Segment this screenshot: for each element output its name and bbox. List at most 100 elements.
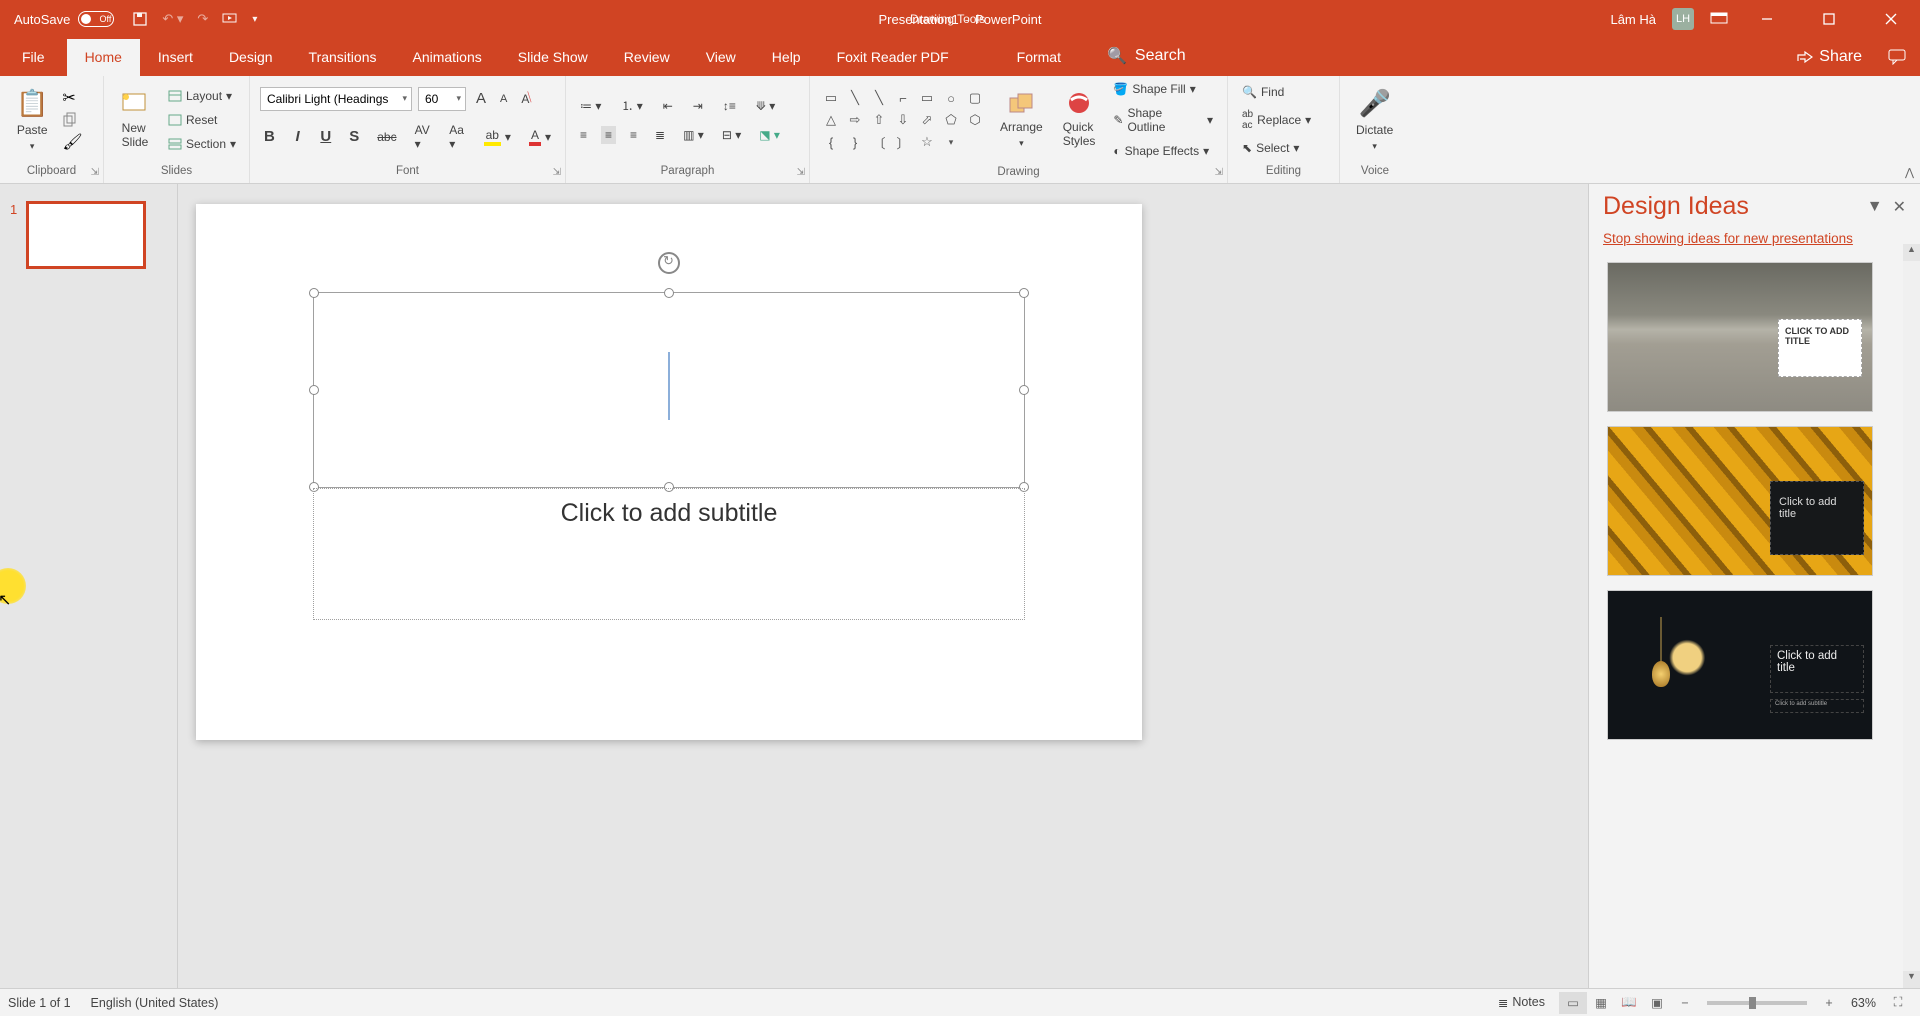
- shape-textbox-icon[interactable]: ▭: [820, 88, 842, 108]
- save-icon[interactable]: [132, 11, 148, 27]
- sorter-view-icon[interactable]: ▦: [1587, 992, 1615, 1014]
- decrease-font-icon[interactable]: A: [496, 91, 511, 107]
- shape-effects-button[interactable]: ◐Shape Effects ▾: [1109, 142, 1217, 160]
- comments-icon[interactable]: [1888, 49, 1906, 65]
- align-left-icon[interactable]: ≡: [576, 126, 591, 144]
- dialog-launcher-icon[interactable]: ⇲: [91, 165, 99, 181]
- layout-button[interactable]: Layout ▾: [164, 87, 240, 105]
- shape-rect-icon[interactable]: ▭: [916, 88, 938, 108]
- zoom-level[interactable]: 63%: [1851, 996, 1876, 1010]
- reset-button[interactable]: Reset: [164, 111, 240, 129]
- thumbnail-row[interactable]: 1: [10, 202, 167, 268]
- qat-customize-icon[interactable]: ▾: [252, 14, 257, 25]
- dialog-launcher-icon[interactable]: ⇲: [1215, 165, 1223, 181]
- resize-handle[interactable]: [309, 385, 319, 395]
- shape-hexagon-icon[interactable]: ⬡: [964, 110, 986, 130]
- copy-icon[interactable]: [62, 112, 82, 128]
- tab-format[interactable]: Format: [999, 39, 1079, 76]
- shape-rrect-icon[interactable]: ▢: [964, 88, 986, 108]
- design-idea-item[interactable]: CLICK TO ADD TITLE: [1607, 262, 1873, 412]
- username-label[interactable]: Lâm Hà: [1610, 12, 1656, 27]
- shape-rbracket-icon[interactable]: 〕: [892, 132, 914, 152]
- arrange-button[interactable]: Arrange▾: [994, 90, 1049, 151]
- format-painter-icon[interactable]: 🖌: [62, 132, 82, 152]
- tab-slideshow[interactable]: Slide Show: [500, 39, 606, 76]
- shape-arrow-d-icon[interactable]: ⇩: [892, 110, 914, 130]
- present-from-start-icon[interactable]: [222, 11, 238, 27]
- shape-triangle-icon[interactable]: △: [820, 110, 842, 130]
- font-color-button[interactable]: A ▾: [525, 126, 555, 148]
- clear-formatting-icon[interactable]: A⧹: [517, 90, 533, 108]
- paste-button[interactable]: 📋 Paste ▾: [10, 86, 54, 154]
- slide-counter[interactable]: Slide 1 of 1: [8, 996, 71, 1010]
- redo-icon[interactable]: ↷: [197, 11, 208, 27]
- stop-showing-link[interactable]: Stop showing ideas for new presentations: [1589, 229, 1920, 256]
- slide[interactable]: Click to add subtitle: [196, 204, 1142, 740]
- font-name-combo[interactable]: Calibri Light (Headings: [260, 87, 412, 111]
- select-button[interactable]: ⬉Select ▾: [1238, 139, 1315, 157]
- shape-arrow-ur-icon[interactable]: ⬀: [916, 110, 938, 130]
- ribbon-display-icon[interactable]: [1710, 12, 1728, 26]
- shape-lbracket-icon[interactable]: 〔: [868, 132, 890, 152]
- title-placeholder[interactable]: [313, 292, 1025, 488]
- italic-button[interactable]: I: [289, 126, 307, 147]
- shape-arrow-u-icon[interactable]: ⇧: [868, 110, 890, 130]
- collapse-ribbon-icon[interactable]: ⋀: [1905, 166, 1914, 179]
- increase-font-icon[interactable]: A: [472, 88, 490, 109]
- autosave-toggle[interactable]: AutoSave Off: [0, 11, 114, 27]
- maximize-button[interactable]: [1806, 0, 1852, 38]
- resize-handle[interactable]: [664, 288, 674, 298]
- strikethrough-button[interactable]: abc: [373, 128, 400, 146]
- language-label[interactable]: English (United States): [91, 996, 219, 1010]
- minimize-button[interactable]: [1744, 0, 1790, 38]
- columns-icon[interactable]: ▥ ▾: [679, 126, 708, 144]
- justify-icon[interactable]: ≣: [651, 126, 669, 144]
- text-direction-icon[interactable]: ⟱ ▾: [752, 97, 779, 115]
- tab-foxit[interactable]: Foxit Reader PDF: [819, 39, 967, 76]
- dialog-launcher-icon[interactable]: ⇲: [553, 165, 561, 181]
- tab-transitions[interactable]: Transitions: [291, 39, 395, 76]
- zoom-out-icon[interactable]: −: [1671, 992, 1699, 1014]
- line-spacing-icon[interactable]: ↕≡: [719, 97, 740, 115]
- design-idea-item[interactable]: Click to add title Click to add subtitle: [1607, 590, 1873, 740]
- char-spacing-button[interactable]: AV ▾: [411, 121, 436, 153]
- bold-button[interactable]: B: [260, 126, 279, 147]
- tab-design[interactable]: Design: [211, 39, 291, 76]
- new-slide-button[interactable]: New Slide: [114, 89, 156, 151]
- zoom-slider[interactable]: [1707, 1001, 1807, 1005]
- shape-pentagon-icon[interactable]: ⬠: [940, 110, 962, 130]
- user-avatar[interactable]: LH: [1672, 8, 1694, 30]
- shape-star-icon[interactable]: ☆: [916, 132, 938, 152]
- increase-indent-icon[interactable]: ⇥: [689, 97, 707, 115]
- share-button[interactable]: Share: [1797, 48, 1862, 66]
- quick-styles-button[interactable]: Quick Styles: [1057, 90, 1102, 150]
- font-size-combo[interactable]: 60: [418, 87, 466, 111]
- shape-line-icon[interactable]: ╲: [844, 88, 866, 108]
- fit-to-window-icon[interactable]: ⛶: [1884, 992, 1912, 1014]
- pane-scrollbar[interactable]: ▲ ▼: [1903, 244, 1920, 988]
- highlight-button[interactable]: ab ▾: [480, 126, 515, 148]
- zoom-in-icon[interactable]: +: [1815, 992, 1843, 1014]
- shape-lbrace-icon[interactable]: {: [820, 132, 842, 152]
- slideshow-view-icon[interactable]: ▣: [1643, 992, 1671, 1014]
- shape-connector-icon[interactable]: ⌐: [892, 88, 914, 108]
- bullets-button[interactable]: ≔ ▾: [576, 97, 605, 115]
- tab-view[interactable]: View: [688, 39, 754, 76]
- tab-help[interactable]: Help: [754, 39, 819, 76]
- slide-canvas-area[interactable]: Click to add subtitle: [178, 184, 1588, 988]
- shadow-button[interactable]: S: [345, 126, 363, 147]
- tab-file[interactable]: File: [0, 39, 67, 76]
- tab-home[interactable]: Home: [67, 39, 140, 76]
- shape-arrow-r-icon[interactable]: ⇨: [844, 110, 866, 130]
- find-button[interactable]: 🔍Find: [1238, 83, 1315, 101]
- shape-more-icon[interactable]: ▾: [940, 132, 962, 152]
- section-button[interactable]: Section ▾: [164, 135, 240, 153]
- align-text-icon[interactable]: ⊟ ▾: [718, 126, 745, 144]
- align-right-icon[interactable]: ≡: [626, 126, 641, 144]
- scroll-up-icon[interactable]: ▲: [1903, 244, 1920, 261]
- change-case-button[interactable]: Aa ▾: [445, 121, 469, 153]
- dictate-button[interactable]: 🎤Dictate▾: [1350, 86, 1399, 154]
- tab-review[interactable]: Review: [606, 39, 688, 76]
- normal-view-icon[interactable]: ▭: [1559, 992, 1587, 1014]
- tab-insert[interactable]: Insert: [140, 39, 211, 76]
